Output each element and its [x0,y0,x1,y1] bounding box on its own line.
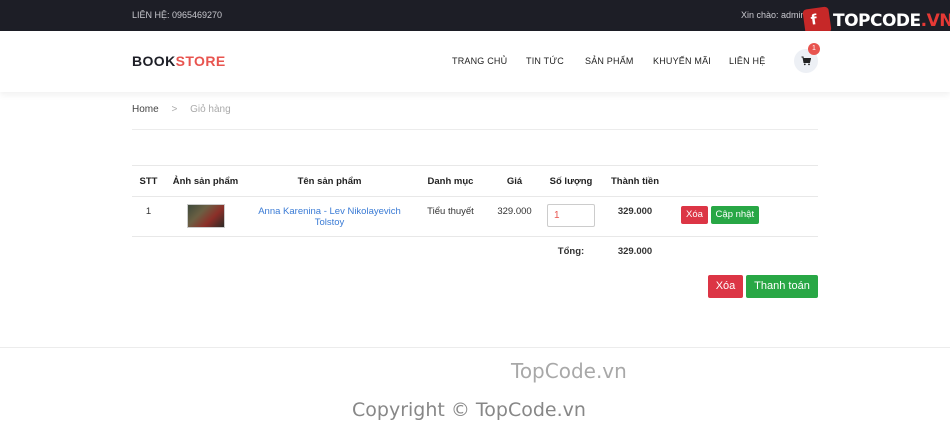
product-thumbnail[interactable] [186,204,225,228]
cart-button[interactable]: 1 [794,43,820,73]
nav-promotions[interactable]: KHUYẾN MÃI [653,56,711,66]
table-header-row: STT Ảnh sản phẩm Tên sản phẩm Danh mục G… [132,165,818,197]
shopping-cart-icon [801,56,811,66]
header-actions [669,165,818,197]
footer-divider [0,347,950,348]
cart-table: STT Ảnh sản phẩm Tên sản phẩm Danh mục G… [132,165,818,265]
row-index: 1 [132,196,165,237]
watermark-text: TopCode.vn [511,359,627,383]
breadcrumb-current: Giỏ hàng [190,104,231,115]
total-row: Tổng: 329.000 [132,237,818,265]
topcode-logo-text: TOPCODE.VN [833,11,950,31]
main-navbar: BOOKSTORE TRANG CHỦ TIN TỨC SẢN PHẨM KHU… [0,31,950,92]
nav-products[interactable]: SẢN PHẨM [585,56,634,66]
row-subtotal: 329.000 [601,196,669,237]
header-quantity: Số lượng [541,165,601,197]
breadcrumb-separator: > [171,104,178,115]
nav-news[interactable]: TIN TỨC [526,56,564,66]
row-update-button[interactable]: Cập nhật [710,206,760,224]
row-delete-button[interactable]: Xóa [681,206,708,224]
product-name-link[interactable]: Anna Karenina - Lev Nikolayevich Tolstoy [258,206,401,228]
quantity-input[interactable] [547,204,595,227]
header-price: Giá [488,165,541,197]
row-price: 329.000 [488,196,541,237]
table-row: 1 Anna Karenina - Lev Nikolayevich Tolst… [132,196,818,237]
cart-count-badge: 1 [808,43,820,55]
checkout-button[interactable]: Thanh toán [746,275,818,298]
row-category: Tiểu thuyết [413,196,488,237]
header-category: Danh mục [413,165,488,197]
header-subtotal: Thành tiền [601,165,669,197]
divider [132,129,818,130]
total-value: 329.000 [617,246,653,257]
copyright-watermark: Copyright © TopCode.vn [352,399,586,421]
total-label: Tổng: [557,246,585,257]
breadcrumb-home[interactable]: Home [132,104,159,115]
nav-home[interactable]: TRANG CHỦ [452,56,507,66]
delete-cart-button[interactable]: Xóa [708,275,743,298]
contact-info: LIÊN HỆ: 0965469270 [132,10,223,20]
nav-contact[interactable]: LIÊN HỆ [729,56,765,66]
user-greeting[interactable]: Xin chào: admin [741,10,806,20]
header-stt: STT [132,165,165,197]
header-name: Tên sản phẩm [246,165,413,197]
site-logo[interactable]: BOOKSTORE [132,53,226,69]
breadcrumb: Home > Giỏ hàng [132,104,231,115]
header-image: Ảnh sản phẩm [165,165,246,197]
